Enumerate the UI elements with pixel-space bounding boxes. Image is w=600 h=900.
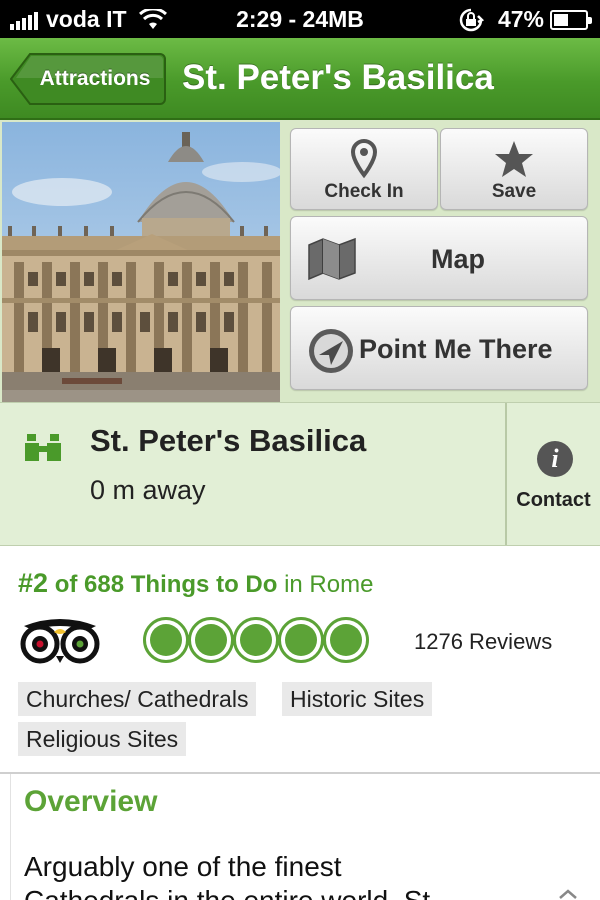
rating-bubble (323, 617, 369, 663)
check-in-button[interactable]: Check In (290, 128, 438, 210)
rating-bubble (233, 617, 279, 663)
hero-section: Check In Save Map Point Me There (0, 120, 600, 402)
tag-religious-sites[interactable]: Religious Sites (18, 722, 187, 756)
check-in-label: Check In (324, 181, 404, 202)
rating-bubble (143, 617, 189, 663)
point-me-there-label: Point Me There (359, 334, 553, 364)
map-pin-icon (350, 139, 378, 179)
overview-text: Arguably one of the finest Cathedrals in… (24, 850, 584, 900)
rotation-lock-icon (459, 8, 484, 31)
tag-historic-sites[interactable]: Historic Sites (282, 682, 433, 716)
contact-button[interactable]: i Contact (505, 403, 600, 545)
star-icon (495, 141, 533, 177)
back-button[interactable]: Attractions (10, 52, 166, 106)
point-me-there-button[interactable]: Point Me There (290, 306, 588, 390)
tag-churches[interactable]: Churches/ Cathedrals (18, 682, 257, 716)
tripadvisor-owl-logo (20, 619, 100, 664)
folded-map-icon (308, 237, 356, 281)
overview-line-1: Arguably one of the finest (24, 851, 342, 882)
rating-bubbles (143, 617, 369, 663)
map-label: Map (431, 244, 485, 274)
chevron-up-icon[interactable] (558, 888, 578, 900)
rank-number: #2 (18, 568, 49, 598)
overview-line-2: Cathedrals in the entire world, St. (24, 884, 584, 900)
battery-icon (550, 9, 592, 30)
nav-bar: Attractions St. Peter's Basilica (0, 38, 600, 120)
map-button[interactable]: Map (290, 216, 588, 300)
reviews-count[interactable]: 1276 Reviews (414, 629, 552, 655)
attraction-photo[interactable] (2, 122, 280, 402)
rank-of-text: of 688 Things to Do (54, 571, 278, 598)
save-label: Save (491, 181, 537, 202)
attraction-info: St. Peter's Basilica 0 m away i Contact (0, 402, 600, 546)
rating-bubble (278, 617, 324, 663)
status-bar: voda IT 2:29 - 24MB 47% (0, 0, 600, 38)
rating-bubble (188, 617, 234, 663)
rank-location: in Rome (284, 571, 374, 598)
overview-heading: Overview (24, 785, 158, 818)
info-icon: i (537, 441, 573, 477)
contact-label: Contact (516, 489, 591, 511)
save-button[interactable]: Save (440, 128, 588, 210)
page-title: St. Peter's Basilica (182, 58, 494, 97)
binoculars-icon (25, 434, 61, 461)
back-button-label: Attractions (39, 67, 151, 90)
attraction-distance: 0 m away (90, 475, 206, 505)
attraction-name: St. Peter's Basilica (90, 423, 367, 458)
ranking-text[interactable]: #2 of 688 Things to Do in Rome (18, 568, 373, 599)
battery-percent: 47% (497, 6, 544, 32)
compass-icon (309, 329, 353, 373)
